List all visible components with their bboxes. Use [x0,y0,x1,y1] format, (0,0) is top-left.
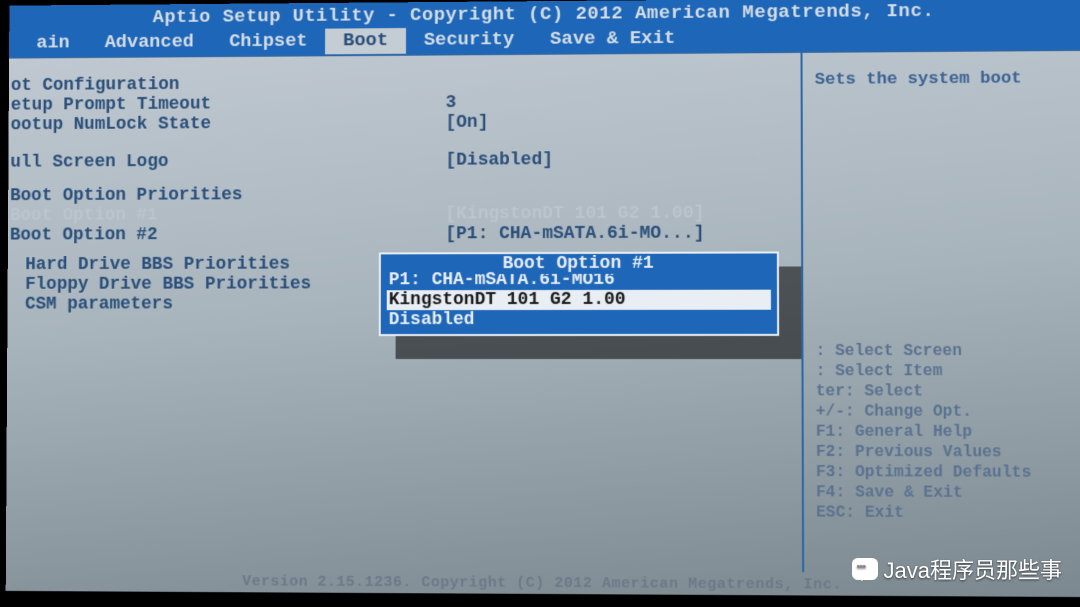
popup-item-2[interactable]: Disabled [387,310,771,330]
label-fullscreen-logo[interactable]: ull Screen Logo [8,151,445,173]
tab-save-exit[interactable]: Save & Exit [532,26,693,53]
tab-security[interactable]: Security [406,27,532,54]
section-priorities: Boot Option Priorities [8,185,445,206]
watermark: Java程序员那些事 [852,553,1062,585]
body: ot Configuration etup Prompt Timeout 3 o… [6,49,1080,574]
tab-chipset[interactable]: Chipset [211,29,325,56]
label-boot-option-2[interactable]: Boot Option #2 [8,224,446,245]
tab-boot[interactable]: Boot [325,28,406,54]
help-text: Sets the system boot [815,69,1077,90]
bios-screen: Aptio Setup Utility - Copyright (C) 2012… [6,0,1080,597]
value-prompt-timeout: 3 [446,93,457,113]
label-numlock[interactable]: ootup NumLock State [9,113,446,135]
value-boot-option-2: [P1: CHA-mSATA.6i-MO...] [445,224,704,245]
label-boot-option-1[interactable]: Boot Option #1 [8,204,445,225]
chat-bubble-icon [852,558,878,580]
key-f2: F2: Previous Values [816,442,1079,463]
key-f4: F4: Save & Exit [816,482,1079,503]
key-select-screen: : Select Screen [816,341,1079,361]
key-select-item: : Select Item [816,361,1079,381]
help-pane: Sets the system boot : Select Screen : S… [803,51,1080,574]
key-change: +/-: Change Opt. [816,401,1079,422]
tab-advanced[interactable]: Advanced [87,30,211,57]
popup-item-1[interactable]: KingstonDT 101 G2 1.00 [387,290,771,311]
key-f3: F3: Optimized Defaults [816,462,1079,483]
section-boot-config: ot Configuration [9,73,446,96]
value-boot-option-1: [KingstonDT 101 G2 1.00] [445,204,704,225]
key-enter: ter: Select [816,381,1079,401]
popup-title: Boot Option #1 [495,254,662,274]
key-f1: F1: General Help [816,422,1079,443]
label-prompt-timeout[interactable]: etup Prompt Timeout [9,93,446,115]
settings-pane: ot Configuration etup Prompt Timeout 3 o… [6,53,804,572]
key-help: : Select Screen : Select Item ter: Selec… [816,341,1080,524]
key-esc: ESC: Exit [816,502,1079,523]
watermark-text: Java程序员那些事 [884,553,1062,585]
value-fullscreen-logo: [Disabled] [445,150,553,170]
tab-main[interactable]: ain [19,30,87,56]
value-numlock: [On] [446,113,489,133]
boot-option-popup: Boot Option #1 P1: CHA-mSATA.6i-MO16 Kin… [379,251,779,336]
